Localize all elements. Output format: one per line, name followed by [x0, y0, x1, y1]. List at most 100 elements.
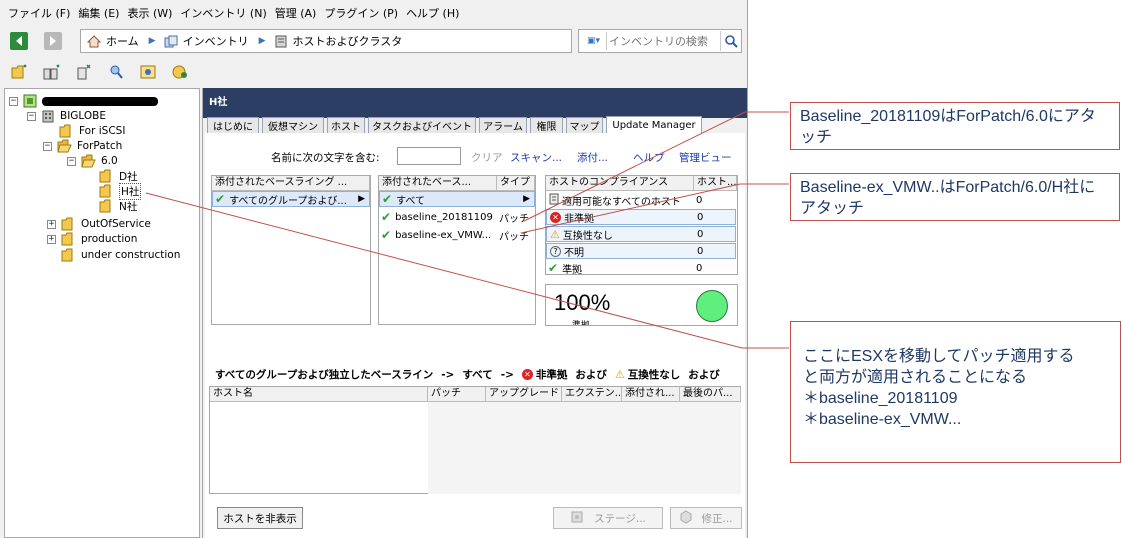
breadcrumb-inventory[interactable]: インベントリ	[164, 33, 249, 49]
panel-header: H社	[203, 88, 747, 118]
tree-node-outofservice[interactable]: + OutOfService	[47, 216, 151, 232]
expand-right-icon: ▶	[358, 194, 365, 204]
tree-node-forpatch[interactable]: − ForPatch	[43, 138, 122, 154]
baseline-group-row-all[interactable]: ✔ すべてのグループおよび... ▶	[212, 191, 370, 207]
tab-virtual-machines[interactable]: 仮想マシン	[262, 117, 324, 133]
find-button[interactable]	[106, 62, 126, 82]
menu-edit[interactable]: 編集 (E)	[78, 5, 119, 21]
compliance-count-header[interactable]: ホスト...	[694, 176, 737, 191]
baseline-type-header[interactable]: タイプ	[497, 176, 535, 191]
folder-icon	[61, 248, 76, 262]
stage-icon	[570, 510, 584, 527]
compliance-header[interactable]: ホストのコンプライアンス	[546, 176, 694, 191]
compliance-row-unknown[interactable]: ? 不明 0	[546, 243, 736, 259]
new-cluster-button[interactable]	[42, 62, 62, 82]
filter-input[interactable]	[397, 147, 461, 165]
compliance-row-compliant[interactable]: ✔ 準拠 0	[546, 260, 736, 276]
tree-node-n[interactable]: N社	[99, 198, 137, 214]
baseline-name: baseline_20181109	[395, 211, 493, 223]
attached-baselines-header[interactable]: 添付されたベース...	[379, 176, 497, 191]
stage-button[interactable]: ステージ...	[553, 507, 663, 529]
tree-label-under-construction: under construction	[81, 249, 181, 261]
tab-update-manager[interactable]: Update Manager	[606, 116, 702, 134]
search-input[interactable]	[609, 33, 719, 49]
admin-view-link[interactable]: 管理ビュー	[679, 150, 732, 165]
hide-hosts-button[interactable]: ホストを非表示	[217, 507, 303, 529]
forward-button[interactable]	[44, 32, 62, 50]
permissions-button[interactable]	[138, 62, 158, 82]
inventory-tree: − − BIGLOBE For iSCSI − ForPatch − 6.0 D…	[4, 88, 200, 538]
collapse-icon[interactable]: −	[43, 141, 52, 151]
compliance-row-noncompliant[interactable]: ✕ 非準拠 0	[546, 209, 736, 225]
host-compliance-list: ホストのコンプライアンス ホスト... 適用可能なすべてのホスト 0 ✕ 非準拠…	[545, 175, 738, 276]
menu-admin[interactable]: 管理 (A)	[275, 5, 317, 21]
menu-inventory[interactable]: インベントリ (N)	[180, 5, 266, 21]
menu-help[interactable]: ヘルプ (H)	[406, 5, 459, 21]
menu-view[interactable]: 表示 (W)	[127, 5, 172, 21]
tree-node-under-construction[interactable]: under construction	[61, 247, 180, 263]
menu-plugins[interactable]: プラグイン (P)	[324, 5, 398, 21]
scan-link[interactable]: スキャン...	[510, 150, 562, 165]
tree-node-h[interactable]: H社	[99, 182, 142, 200]
tree-label-d: D社	[119, 170, 138, 183]
menu-file[interactable]: ファイル (F)	[8, 5, 70, 21]
navigation-bar: ホーム ▶ インベントリ ▶ ホストおよびクラスタ ▣▾	[0, 28, 747, 54]
column-last[interactable]: 最後のパ...	[680, 387, 741, 402]
breadcrumb-inventory-label: インベントリ	[182, 35, 249, 48]
expand-icon[interactable]: +	[47, 219, 56, 229]
back-button[interactable]	[10, 32, 28, 50]
tree-node-6-0[interactable]: − 6.0	[67, 153, 118, 169]
alarm-button[interactable]	[170, 62, 190, 82]
compliance-row-incompatible[interactable]: ⚠ 互換性なし 0	[546, 226, 736, 242]
tree-node-biglobe[interactable]: − BIGLOBE	[27, 108, 106, 124]
new-cluster-icon	[43, 64, 60, 80]
collapse-icon[interactable]: −	[27, 111, 36, 121]
column-upgrade[interactable]: アップグレード	[486, 387, 562, 402]
error-icon: ✕	[550, 211, 561, 223]
new-folder-button[interactable]	[10, 62, 30, 82]
column-patch[interactable]: パッチ	[428, 387, 486, 402]
tree-label-for-iscsi: For iSCSI	[79, 125, 126, 137]
collapse-icon[interactable]: −	[9, 96, 18, 106]
tab-maps[interactable]: マップ	[566, 117, 603, 133]
collapse-icon[interactable]: −	[67, 156, 76, 166]
column-host-name[interactable]: ホスト名	[210, 387, 428, 402]
baseline-name: すべて	[396, 195, 425, 207]
column-extension[interactable]: エクステン...	[562, 387, 622, 402]
breadcrumb-hosts-clusters[interactable]: ホストおよびクラスタ	[274, 33, 402, 49]
baseline-row[interactable]: ✔ baseline-ex_VMW... パッチ	[379, 227, 535, 243]
annotation-text: Baseline_20181109はForPatch/6.0にアタッチ	[800, 108, 1096, 146]
compliance-count: 0	[697, 228, 704, 240]
back-arrow-icon	[16, 36, 22, 46]
search-button[interactable]	[720, 31, 740, 51]
tab-alarms[interactable]: アラーム	[479, 117, 527, 133]
clear-link[interactable]: クリア	[471, 150, 503, 165]
address-bar[interactable]: ホーム ▶ インベントリ ▶ ホストおよびクラスタ	[80, 29, 572, 53]
breadcrumb-home[interactable]: ホーム	[87, 33, 139, 49]
remediate-button[interactable]: 修正...	[670, 507, 742, 529]
baseline-row-all[interactable]: ✔ すべて ▶	[379, 191, 535, 207]
tree-node-vcenter[interactable]: −	[9, 93, 158, 109]
tree-node-for-iscsi[interactable]: For iSCSI	[59, 123, 125, 139]
vcenter-icon	[23, 94, 37, 108]
compliance-row-all[interactable]: 適用可能なすべてのホスト 0	[546, 192, 736, 208]
column-attached[interactable]: 添付され...	[622, 387, 680, 402]
warning-icon: ⚠	[614, 368, 625, 381]
shield-icon	[140, 65, 156, 79]
search-scope-dropdown[interactable]: ▣▾	[581, 32, 607, 50]
tab-getting-started[interactable]: はじめに	[207, 117, 259, 133]
compliance-count: 0	[697, 211, 704, 223]
folder-icon	[99, 184, 114, 198]
expand-icon[interactable]: +	[47, 234, 56, 244]
attach-link[interactable]: 添付...	[577, 150, 608, 165]
help-link[interactable]: ヘルプ	[633, 150, 665, 165]
tab-tasks-events[interactable]: タスクおよびイベント	[368, 117, 476, 133]
baseline-groups-header[interactable]: 添付されたベースライング ...	[212, 176, 370, 191]
add-host-button[interactable]	[74, 62, 94, 82]
tab-permissions[interactable]: 権限	[530, 117, 563, 133]
tree-node-production[interactable]: + production	[47, 231, 137, 247]
main-panel: H社 はじめに 仮想マシン ホスト タスクおよびイベント アラーム 権限 マップ…	[202, 88, 747, 538]
baseline-row[interactable]: ✔ baseline_20181109 パッチ	[379, 209, 535, 225]
tab-hosts[interactable]: ホスト	[327, 117, 365, 133]
compliance-count: 0	[696, 262, 703, 274]
